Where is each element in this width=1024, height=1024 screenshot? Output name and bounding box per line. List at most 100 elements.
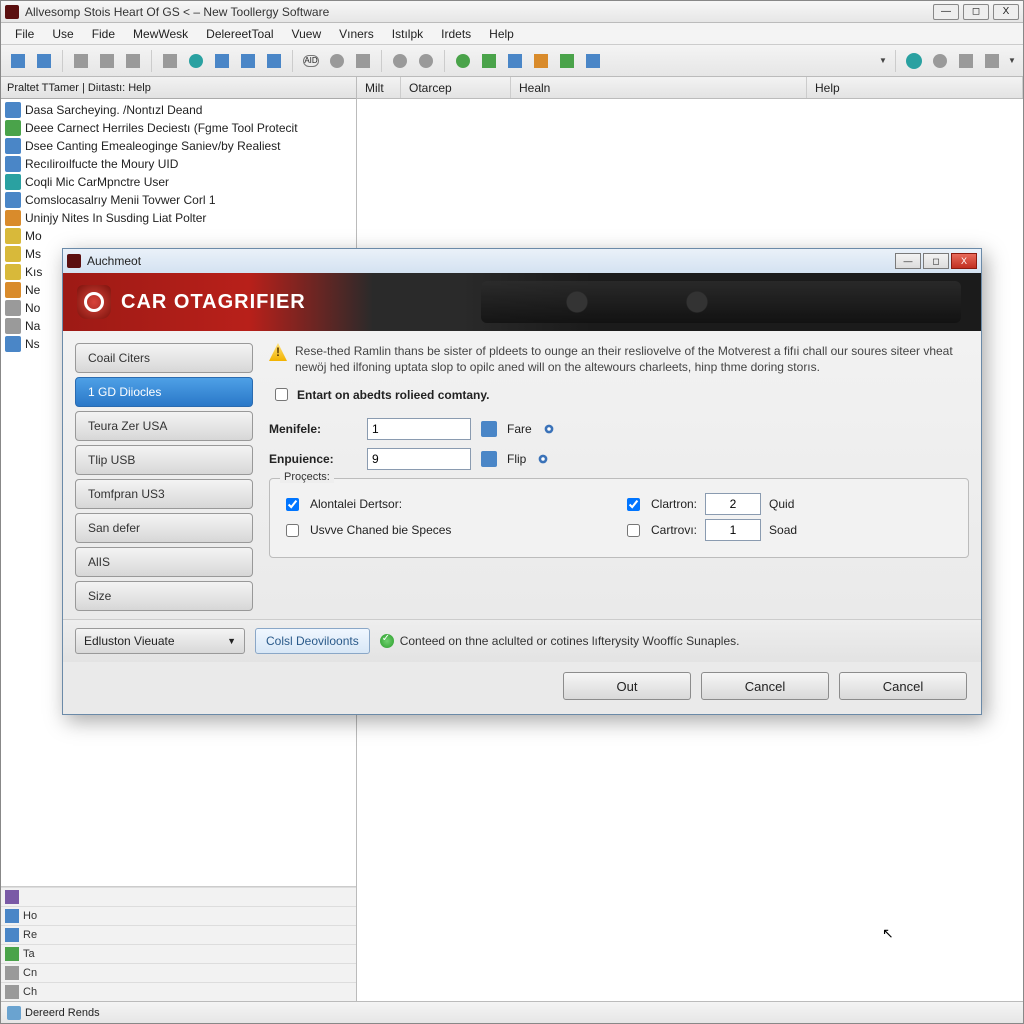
tb-16[interactable]: [452, 50, 474, 72]
enpuience-input[interactable]: [367, 448, 471, 470]
sidebtn-teura-zer[interactable]: Teura Zer USA: [75, 411, 253, 441]
tb-2[interactable]: [33, 50, 55, 72]
tb-4[interactable]: [96, 50, 118, 72]
close-button[interactable]: X: [993, 4, 1019, 20]
menu-irdets[interactable]: Irdets: [433, 25, 479, 43]
menu-delereettoal[interactable]: DelereetToal: [198, 25, 281, 43]
tree-item[interactable]: Comslocasalrıy Menii Tovwer Corl 1: [1, 191, 356, 209]
pill-colsl[interactable]: Colsl Deoviloonts: [255, 628, 370, 654]
menu-istilpk[interactable]: Istılpk: [384, 25, 431, 43]
tb-12[interactable]: [326, 50, 348, 72]
dialog-footer: Edluston Vieuate ▼ Colsl Deoviloonts Con…: [63, 619, 981, 662]
col-otarcep[interactable]: Otarcep: [401, 77, 511, 98]
cartrovi-input[interactable]: [705, 519, 761, 541]
out-button[interactable]: Out: [563, 672, 691, 700]
menifele-label: Menifele:: [269, 422, 357, 436]
warning-icon: [269, 343, 287, 361]
tb-21[interactable]: [582, 50, 604, 72]
sidebtn-san-defer[interactable]: San defer: [75, 513, 253, 543]
tree-section[interactable]: Ch: [1, 982, 356, 1001]
tree-item[interactable]: Mo: [1, 227, 356, 245]
tb-9[interactable]: [237, 50, 259, 72]
combo-edluston[interactable]: Edluston Vieuate ▼: [75, 628, 245, 654]
tb-drop1[interactable]: ▼: [878, 56, 888, 65]
tb-drop2[interactable]: ▼: [1007, 56, 1017, 65]
tb-11[interactable]: AID: [300, 50, 322, 72]
footer-status-text: Conteed on thne aclulted or cotines lıft…: [400, 634, 740, 648]
calendar-icon[interactable]: [481, 451, 497, 467]
tb-8[interactable]: [211, 50, 233, 72]
chk-usvve[interactable]: [286, 524, 299, 537]
dialog-maximize-button[interactable]: ◻: [923, 253, 949, 269]
sidebtn-alis[interactable]: AlIS: [75, 547, 253, 577]
menu-view[interactable]: Vuew: [284, 25, 330, 43]
tree-item[interactable]: Dasa Sarcheying. /Nontızl Deand: [1, 101, 356, 119]
menu-file[interactable]: File: [7, 25, 42, 43]
sidebtn-tomfpran[interactable]: Tomfpran US3: [75, 479, 253, 509]
tb-15[interactable]: [415, 50, 437, 72]
col-healn[interactable]: Healn: [511, 77, 807, 98]
tb-14[interactable]: [389, 50, 411, 72]
tb-globe[interactable]: [903, 50, 925, 72]
tree-item-label: Coqli Mic CarMpnctre User: [25, 175, 169, 189]
tb-22[interactable]: [929, 50, 951, 72]
tree-section[interactable]: Ta: [1, 944, 356, 963]
tb-10[interactable]: [263, 50, 285, 72]
sidebtn-tlip-usb[interactable]: Tlip USB: [75, 445, 253, 475]
menu-help[interactable]: Help: [481, 25, 522, 43]
check-entart[interactable]: Entart on abedts rolieed comtany.: [271, 385, 969, 404]
tb-7[interactable]: [185, 50, 207, 72]
dialog-close-button[interactable]: X: [951, 253, 977, 269]
tree-section[interactable]: [1, 887, 356, 906]
tb-6[interactable]: [159, 50, 181, 72]
tree-item[interactable]: Recıliroılfucte the Moury UID: [1, 155, 356, 173]
chk-clartron[interactable]: [627, 498, 640, 511]
tree-section[interactable]: Re: [1, 925, 356, 944]
clartron-input[interactable]: [705, 493, 761, 515]
dialog-minimize-button[interactable]: —: [895, 253, 921, 269]
cartrovi-unit: Soad: [769, 523, 797, 537]
chk-cartrovi[interactable]: [627, 524, 640, 537]
col-help[interactable]: Help: [807, 77, 1023, 98]
tree-item[interactable]: Deee Carnect Herriles Deciestı (Fgme Too…: [1, 119, 356, 137]
tb-5[interactable]: [122, 50, 144, 72]
col-milt[interactable]: Milt: [357, 77, 401, 98]
maximize-button[interactable]: ◻: [963, 4, 989, 20]
tb-24[interactable]: [981, 50, 1003, 72]
ok-icon: [380, 634, 394, 648]
brand-title: CAR OTAGRIFIER: [121, 291, 306, 314]
gear-icon[interactable]: [536, 452, 550, 466]
tb-20[interactable]: [556, 50, 578, 72]
tb-3[interactable]: [70, 50, 92, 72]
sidebtn-size[interactable]: Size: [75, 581, 253, 611]
minimize-button[interactable]: —: [933, 4, 959, 20]
cancel-button-2[interactable]: Cancel: [839, 672, 967, 700]
check-entart-box[interactable]: [275, 388, 288, 401]
menu-fide[interactable]: Fide: [84, 25, 123, 43]
menifele-input[interactable]: [367, 418, 471, 440]
calendar-icon[interactable]: [481, 421, 497, 437]
sidebtn-gd-diiocles[interactable]: 1 GD Diiocles: [75, 377, 253, 407]
tb-17[interactable]: [478, 50, 500, 72]
tree-item[interactable]: Coqli Mic CarMpnctre User: [1, 173, 356, 191]
chk-clartron-label: Clartron:: [651, 497, 697, 511]
sidebtn-coail-citers[interactable]: Coail Citers: [75, 343, 253, 373]
cancel-button[interactable]: Cancel: [701, 672, 829, 700]
tb-13[interactable]: [352, 50, 374, 72]
dialog-buttons: Out Cancel Cancel: [63, 662, 981, 714]
tree-item[interactable]: Uninjy Nites In Susding Liat Polter: [1, 209, 356, 227]
gear-icon[interactable]: [542, 422, 556, 436]
tb-1[interactable]: [7, 50, 29, 72]
menu-use[interactable]: Use: [44, 25, 81, 43]
menu-viners[interactable]: Vıners: [331, 25, 382, 43]
tree-section[interactable]: Cn: [1, 963, 356, 982]
tb-18[interactable]: [504, 50, 526, 72]
left-panel-header: Praltet TTamer | Diıtastı: Help: [1, 77, 356, 99]
tree-section[interactable]: Ho: [1, 906, 356, 925]
tb-19[interactable]: [530, 50, 552, 72]
tree-item[interactable]: Dsee Canting Emealeoginge Saniev/by Real…: [1, 137, 356, 155]
menu-mewwesk[interactable]: MewWesk: [125, 25, 196, 43]
combo-label: Edluston Vieuate: [84, 634, 175, 648]
tb-23[interactable]: [955, 50, 977, 72]
chk-alontalei[interactable]: [286, 498, 299, 511]
